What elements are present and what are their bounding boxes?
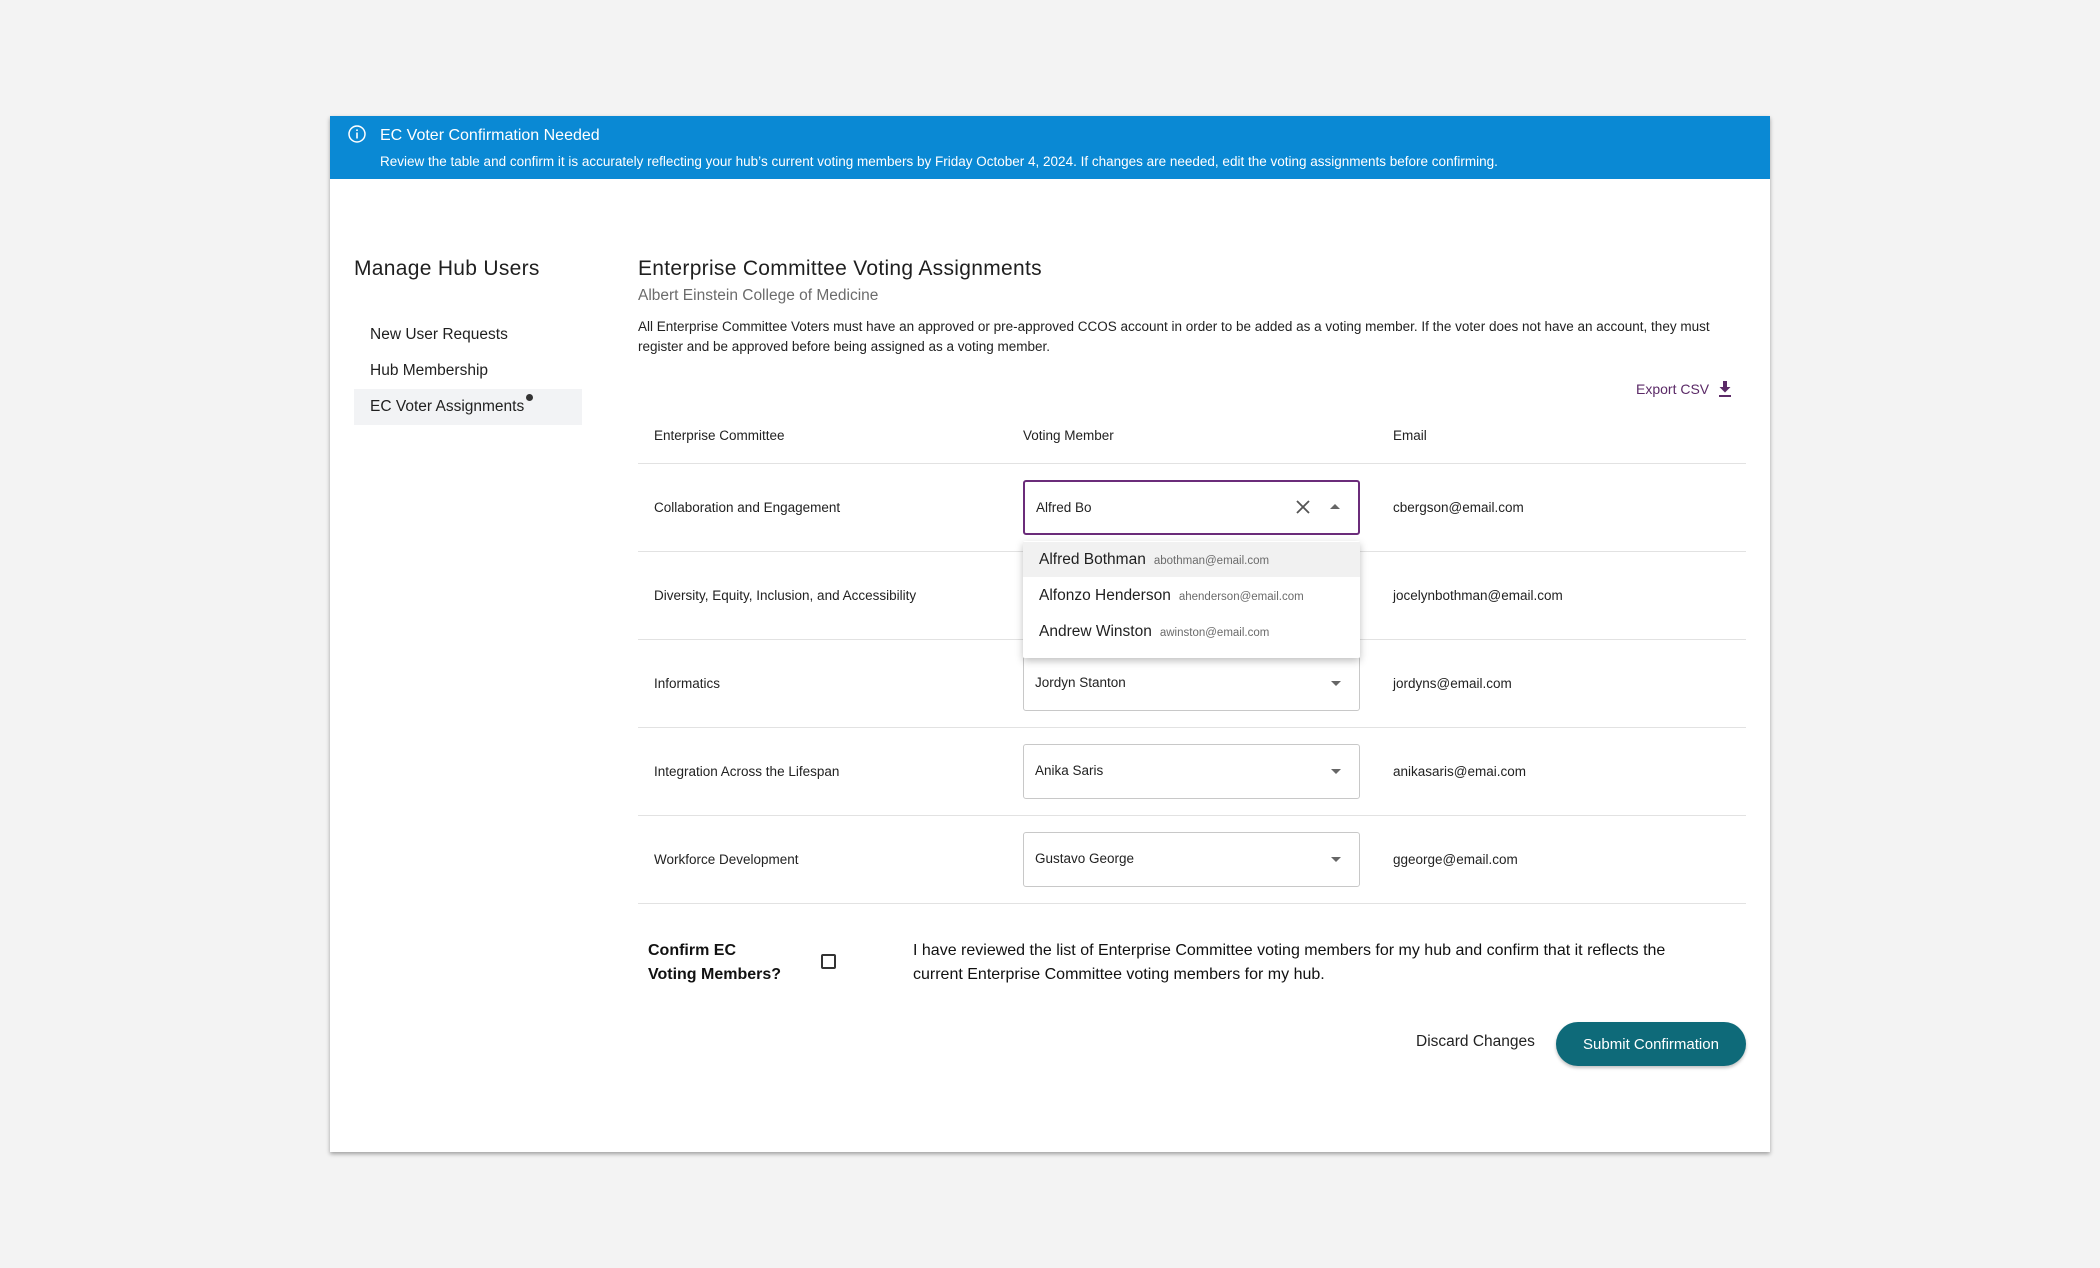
option-email: abothman@email.com	[1153, 555, 1270, 567]
committee-name: Workforce Development	[654, 852, 799, 867]
voting-member-options-list: Alfred Bothman abothman@email.com Alfonzo…	[1023, 541, 1360, 658]
column-header-voting-member: Voting Member	[1023, 428, 1114, 443]
option-name: Alfred Bothman	[1039, 551, 1146, 568]
submit-label: Submit Confirmation	[1583, 1035, 1719, 1053]
sidebar-item-label: Hub Membership	[370, 362, 489, 379]
confirm-checkbox[interactable]	[821, 954, 836, 969]
sidebar-item-label: New User Requests	[370, 326, 508, 343]
row-divider	[638, 815, 1746, 816]
sidebar-item-new-user-requests[interactable]: New User Requests	[354, 317, 582, 353]
confirm-label-line-2: Voting Members?	[648, 966, 782, 983]
row-divider	[638, 903, 1746, 904]
member-email: anikasaris@emai.com	[1393, 764, 1526, 779]
option-email: ahenderson@email.com	[1178, 591, 1304, 603]
info-icon	[348, 125, 366, 143]
committee-name: Collaboration and Engagement	[654, 500, 841, 515]
voting-member-value: Jordyn Stanton	[1035, 675, 1126, 690]
confirm-label-line-1: Confirm EC	[648, 942, 736, 959]
export-csv-button[interactable]: Export CSV	[1636, 380, 1733, 398]
banner-text: Review the table and confirm it is accur…	[380, 154, 1498, 169]
discard-changes-button[interactable]: Discard Changes	[1416, 1033, 1535, 1051]
option-name: Alfonzo Henderson	[1039, 587, 1171, 604]
voting-member-select[interactable]: Anika Saris	[1023, 744, 1360, 799]
banner-title: EC Voter Confirmation Needed	[380, 127, 600, 144]
page-description: All Enterprise Committee Voters must hav…	[638, 319, 1710, 354]
committee-name: Diversity, Equity, Inclusion, and Access…	[654, 588, 917, 603]
member-email: cbergson@email.com	[1393, 500, 1524, 515]
column-header-email: Email	[1393, 428, 1427, 443]
option-alfonzo-henderson[interactable]: Alfonzo Henderson ahenderson@email.com	[1023, 578, 1360, 613]
confirm-statement: I have reviewed the list of Enterprise C…	[913, 942, 1666, 983]
chevron-down-icon[interactable]	[1331, 857, 1341, 862]
option-email: awinston@email.com	[1159, 627, 1270, 639]
notification-dot	[526, 394, 534, 401]
voting-member-select[interactable]: Gustavo George	[1023, 832, 1360, 887]
option-name: Andrew Winston	[1039, 623, 1152, 640]
sidebar-title: Manage Hub Users	[354, 257, 540, 280]
option-alfred-bothman[interactable]: Alfred Bothman abothman@email.com	[1023, 542, 1360, 577]
voting-member-value: Gustavo George	[1035, 851, 1135, 866]
export-csv-label: Export CSV	[1636, 381, 1710, 397]
download-icon	[1719, 381, 1732, 397]
voting-member-select[interactable]: Jordyn Stanton	[1023, 656, 1360, 711]
option-andrew-winston[interactable]: Andrew Winston awinston@email.com	[1023, 614, 1360, 649]
confirmation-banner: EC Voter Confirmation Needed Review the …	[330, 116, 1770, 179]
column-header-committee: Enterprise Committee	[654, 428, 785, 443]
sidebar-item-label: EC Voter Assignments	[370, 398, 525, 415]
voting-member-input[interactable]: Alfred Bo	[1036, 500, 1092, 515]
member-email: jordyns@email.com	[1393, 676, 1512, 691]
clear-icon[interactable]	[1294, 498, 1312, 516]
voting-member-value: Anika Saris	[1035, 763, 1104, 778]
page-title: Enterprise Committee Voting Assignments	[638, 257, 1042, 280]
page-subtitle: Albert Einstein College of Medicine	[638, 287, 879, 304]
row-divider	[638, 727, 1746, 728]
member-email: ggeorge@email.com	[1393, 852, 1518, 867]
committee-name: Integration Across the Lifespan	[654, 764, 840, 779]
submit-confirmation-button[interactable]: Submit Confirmation	[1556, 1022, 1746, 1066]
chevron-down-icon[interactable]	[1331, 681, 1341, 686]
main-card: EC Voter Confirmation Needed Review the …	[330, 116, 1770, 1152]
voting-member-combobox[interactable]: Alfred Bo	[1023, 480, 1360, 535]
chevron-up-icon[interactable]	[1330, 504, 1340, 509]
chevron-down-icon[interactable]	[1331, 769, 1341, 774]
sidebar-item-ec-voter-assignments[interactable]: EC Voter Assignments	[354, 389, 582, 425]
header-divider	[638, 463, 1746, 464]
committee-name: Informatics	[654, 676, 721, 691]
member-email: jocelynbothman@email.com	[1393, 588, 1563, 603]
sidebar-item-hub-membership[interactable]: Hub Membership	[354, 353, 582, 389]
confirm-label: Confirm EC Voting Members?	[648, 939, 781, 987]
